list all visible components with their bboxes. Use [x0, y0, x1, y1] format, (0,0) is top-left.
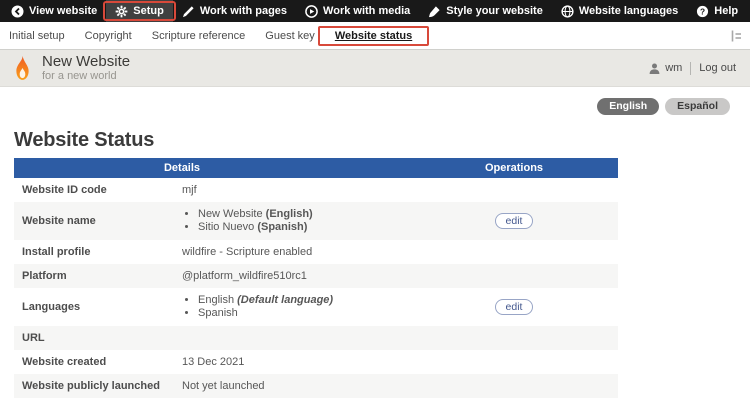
back-circle-icon	[11, 5, 24, 18]
table-row-url: URL	[14, 326, 618, 350]
column-header-operations: Operations	[410, 158, 618, 178]
row-operations	[410, 350, 618, 374]
row-operations	[410, 264, 618, 288]
toolbar-item-label: Help	[714, 5, 738, 17]
row-details: @platform_wildfire510rc1	[174, 264, 410, 288]
row-label: Platform	[14, 264, 174, 288]
page-title: Website Status	[14, 129, 750, 152]
toolbar-item-label: View website	[29, 5, 97, 17]
toolbar-item-view-website[interactable]: View website	[2, 0, 106, 22]
language-pill-espanol[interactable]: Español	[665, 98, 730, 115]
toolbar-item-label: Work with media	[323, 5, 410, 17]
row-operations: edit	[410, 202, 618, 240]
row-details: English (Default language)Spanish	[174, 288, 410, 326]
detail-suffix: (English)	[266, 208, 313, 220]
detail-bullet: Spanish	[198, 307, 402, 320]
toolbar-pin-icon[interactable]	[731, 30, 742, 42]
tab-scripture-reference[interactable]: Scripture reference	[142, 22, 256, 49]
flame-logo-icon	[12, 54, 33, 82]
language-pill-english[interactable]: English	[597, 98, 659, 115]
row-label: URL	[14, 326, 174, 350]
brush-icon	[428, 5, 441, 18]
person-icon	[649, 63, 660, 74]
tab-copyright[interactable]: Copyright	[75, 22, 142, 49]
row-label: Website name	[14, 202, 174, 240]
tabs-container: Initial setupCopyrightScripture referenc…	[0, 22, 422, 49]
row-details: 13 Dec 2021	[174, 350, 410, 374]
language-switcher: English Español	[0, 87, 750, 115]
account-info: wm	[649, 62, 682, 74]
toolbar-item-help[interactable]: ? Help	[687, 0, 747, 22]
tab-guest-key[interactable]: Guest key	[255, 22, 325, 49]
detail-bullet: Sitio Nuevo (Spanish)	[198, 221, 402, 234]
svg-text:?: ?	[700, 6, 705, 16]
detail-suffix: (Spanish)	[257, 221, 307, 233]
username: wm	[665, 62, 682, 74]
site-title: New Website	[42, 53, 130, 70]
tab-initial-setup[interactable]: Initial setup	[0, 22, 75, 49]
main-content: English Español Website Status Details O…	[0, 87, 750, 398]
row-label: Install profile	[14, 240, 174, 264]
row-label: Website created	[14, 350, 174, 374]
header-divider	[690, 62, 691, 75]
row-operations	[410, 374, 618, 398]
toolbar-item-style-your-website[interactable]: Style your website	[419, 0, 552, 22]
toolbar-item-work-with-media[interactable]: Work with media	[296, 0, 419, 22]
tab-website-status[interactable]: Website status	[325, 22, 422, 49]
row-label: Website ID code	[14, 178, 174, 202]
toolbar-item-work-with-pages[interactable]: Work with pages	[173, 0, 296, 22]
header-account-area: wm Log out	[649, 62, 736, 75]
column-header-details: Details	[14, 158, 410, 178]
toolbar-item-label: Website languages	[579, 5, 678, 17]
edit-button[interactable]: edit	[495, 213, 534, 229]
row-details: wildfire - Scripture enabled	[174, 240, 410, 264]
row-details: New Website (English)Sitio Nuevo (Spanis…	[174, 202, 410, 240]
table-row-install-profile: Install profilewildfire - Scripture enab…	[14, 240, 618, 264]
toolbar-item-setup[interactable]: Setup	[106, 0, 173, 22]
pencil-icon	[182, 5, 195, 18]
edit-button[interactable]: edit	[495, 299, 534, 315]
table-header-row: Details Operations	[14, 158, 618, 178]
detail-bullet: English (Default language)	[198, 294, 402, 307]
table-row-website-publicly-launched: Website publicly launchedNot yet launche…	[14, 374, 618, 398]
row-operations	[410, 240, 618, 264]
table-row-website-created: Website created13 Dec 2021	[14, 350, 618, 374]
table-row-languages: LanguagesEnglish (Default language)Spani…	[14, 288, 618, 326]
detail-bullet: New Website (English)	[198, 208, 402, 221]
secondary-tab-bar: Initial setupCopyrightScripture referenc…	[0, 22, 750, 50]
admin-toolbar: View website Setup Work with pages Work wit…	[0, 0, 750, 22]
website-status-table: Details Operations Website ID codemjfWeb…	[14, 158, 618, 398]
table-row-website-id-code: Website ID codemjf	[14, 178, 618, 202]
play-circle-icon	[305, 5, 318, 18]
gear-icon	[115, 5, 128, 18]
detail-suffix: (Default language)	[237, 294, 333, 306]
help-circle-icon: ?	[696, 5, 709, 18]
row-operations	[410, 178, 618, 202]
row-label: Languages	[14, 288, 174, 326]
globe-icon	[561, 5, 574, 18]
site-title-block: New Website for a new world	[42, 53, 130, 83]
toolbar-item-label: Setup	[133, 5, 164, 17]
toolbar-item-label: Work with pages	[200, 5, 287, 17]
site-header: New Website for a new world wm Log out	[0, 50, 750, 87]
row-details: mjf	[174, 178, 410, 202]
site-subtitle: for a new world	[42, 70, 130, 83]
toolbar-item-label: Style your website	[446, 5, 543, 17]
row-details: Not yet launched	[174, 374, 410, 398]
logout-link[interactable]: Log out	[699, 62, 736, 74]
table-row-website-name: Website nameNew Website (English)Sitio N…	[14, 202, 618, 240]
row-label: Website publicly launched	[14, 374, 174, 398]
row-operations	[410, 326, 618, 350]
row-details	[174, 326, 410, 350]
toolbar-item-website-languages[interactable]: Website languages	[552, 0, 687, 22]
row-operations: edit	[410, 288, 618, 326]
table-row-platform: Platform@platform_wildfire510rc1	[14, 264, 618, 288]
